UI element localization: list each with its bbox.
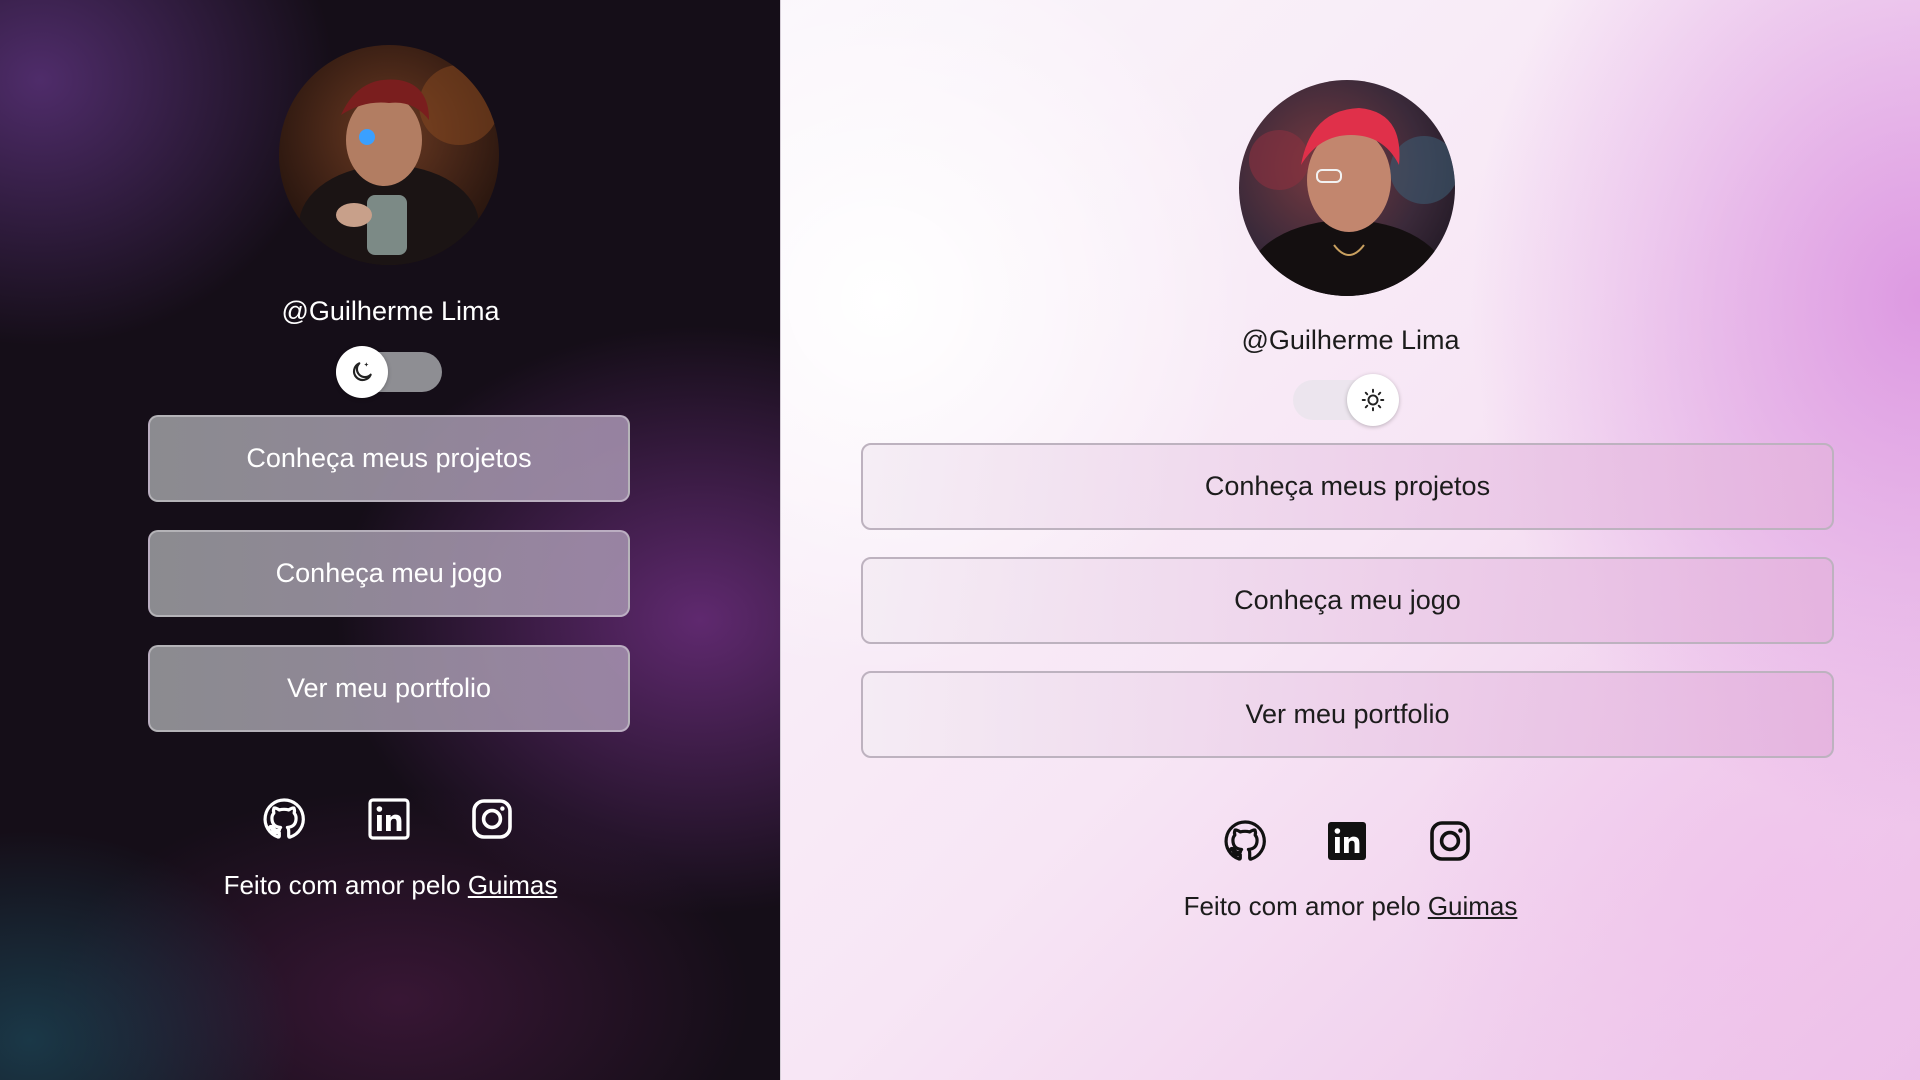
github-icon <box>1224 820 1266 861</box>
footer: Feito com amor pelo Guimas <box>0 870 781 901</box>
projects-button[interactable]: Conheça meus projetos <box>148 415 630 502</box>
profile-avatar-light <box>1239 80 1455 296</box>
theme-toggle[interactable] <box>1293 374 1399 426</box>
linkedin-icon <box>1328 822 1366 860</box>
instagram-icon <box>1430 821 1470 861</box>
author-link[interactable]: Guimas <box>1428 891 1518 921</box>
avatar-photo <box>1239 80 1455 296</box>
sun-icon <box>1361 388 1385 412</box>
profile-avatar <box>279 45 499 265</box>
username: @Guilherme Lima <box>281 296 500 326</box>
portfolio-button[interactable]: Ver meu portfolio <box>861 671 1834 758</box>
light-theme-panel: @Guilherme Lima Conheça meus projetos Co… <box>781 0 1920 1080</box>
theme-toggle[interactable] <box>336 346 442 398</box>
footer-text: Feito com amor pelo <box>223 870 468 900</box>
linkedin-icon <box>368 798 410 840</box>
github-icon <box>263 798 305 839</box>
instagram-icon <box>472 799 512 839</box>
portfolio-button[interactable]: Ver meu portfolio <box>148 645 630 732</box>
linkedin-link[interactable] <box>1323 817 1371 865</box>
toggle-knob[interactable] <box>1347 374 1399 426</box>
game-button[interactable]: Conheça meu jogo <box>861 557 1834 644</box>
footer: Feito com amor pelo Guimas <box>781 891 1920 922</box>
projects-button[interactable]: Conheça meus projetos <box>861 443 1834 530</box>
instagram-link[interactable] <box>468 795 516 843</box>
moon-icon <box>352 362 372 382</box>
username: @Guilherme Lima <box>1241 325 1460 355</box>
footer-text: Feito com amor pelo <box>1183 891 1428 921</box>
instagram-link[interactable] <box>1426 817 1474 865</box>
github-link[interactable] <box>260 795 308 843</box>
toggle-knob[interactable] <box>336 346 388 398</box>
avatar-photo <box>279 45 499 265</box>
dark-theme-panel: @Guilherme Lima Conheça meus projetos Co… <box>0 0 781 1080</box>
linkedin-link[interactable] <box>365 795 413 843</box>
github-link[interactable] <box>1221 817 1269 865</box>
author-link[interactable]: Guimas <box>468 870 558 900</box>
game-button[interactable]: Conheça meu jogo <box>148 530 630 617</box>
